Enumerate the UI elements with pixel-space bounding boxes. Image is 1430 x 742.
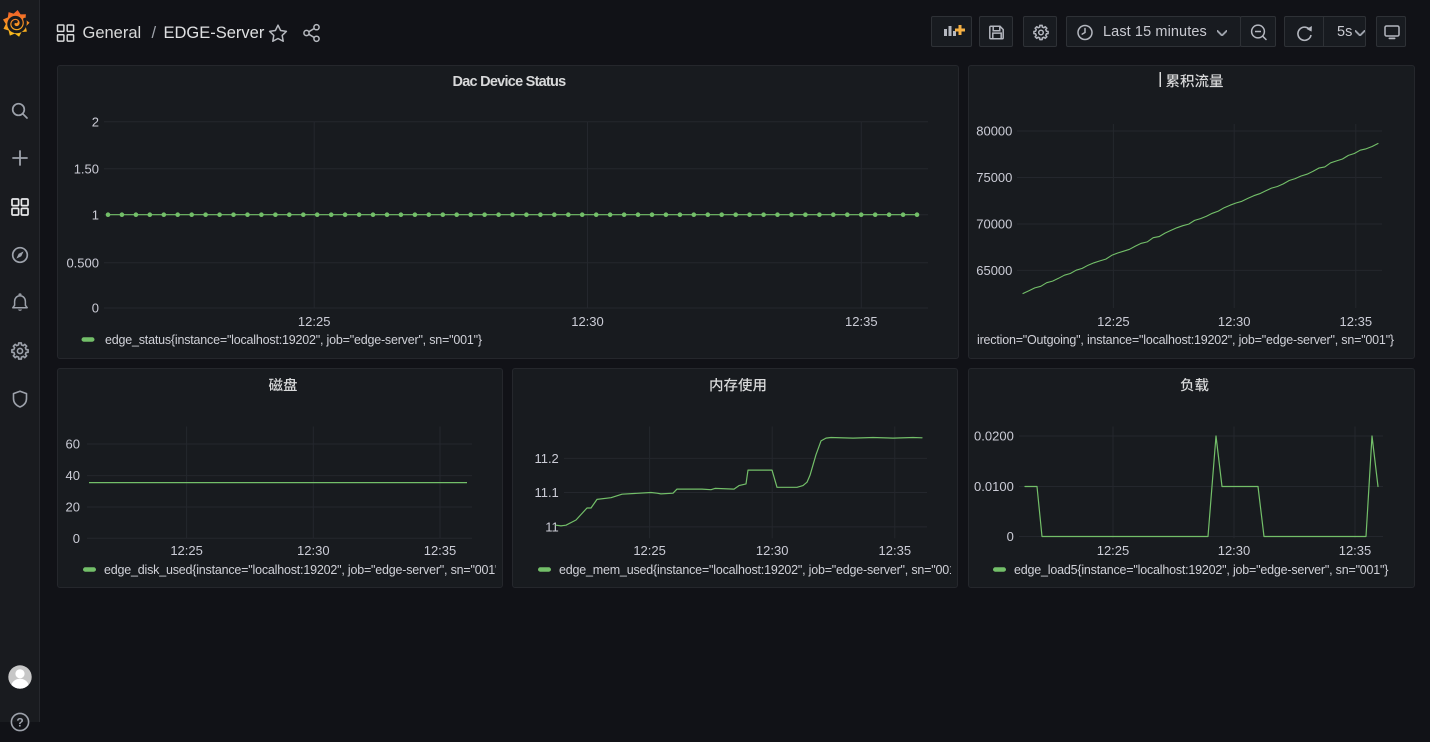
svg-text:0: 0	[1007, 529, 1014, 544]
svg-text:0.500: 0.500	[66, 255, 99, 270]
svg-text:12:25: 12:25	[1097, 543, 1130, 558]
svg-text:0: 0	[92, 301, 99, 316]
svg-text:40: 40	[66, 468, 80, 483]
svg-text:edge_load5{instance="localhost: edge_load5{instance="localhost:19202", j…	[1014, 563, 1388, 577]
svg-text:12:25: 12:25	[170, 543, 203, 558]
svg-text:12:25: 12:25	[298, 314, 331, 329]
svg-text:12:35: 12:35	[424, 543, 457, 558]
svg-text:20: 20	[66, 500, 80, 515]
svg-text:65000: 65000	[976, 263, 1012, 278]
svg-text:0.0100: 0.0100	[974, 479, 1014, 494]
svg-text:60: 60	[66, 437, 80, 452]
svg-text:Dac Device Status: Dac Device Status	[453, 74, 567, 90]
svg-text:12:35: 12:35	[1339, 543, 1372, 558]
svg-text:11: 11	[545, 520, 559, 535]
svg-text:0: 0	[73, 531, 80, 546]
svg-text:70000: 70000	[976, 217, 1012, 232]
svg-text:edge_mem_used{instance="localh: edge_mem_used{instance="localhost:19202"…	[559, 563, 964, 577]
svg-text:80000: 80000	[976, 124, 1012, 139]
svg-text:12:35: 12:35	[1340, 314, 1373, 329]
svg-text:/: /	[152, 24, 157, 42]
svg-text:12:30: 12:30	[1218, 314, 1251, 329]
svg-text:2: 2	[92, 114, 99, 129]
svg-text:75000: 75000	[976, 170, 1012, 185]
svg-text:General: General	[83, 24, 142, 42]
svg-text:12:30: 12:30	[1218, 543, 1251, 558]
svg-text:edge_disk_used{instance="local: edge_disk_used{instance="localhost:19202…	[104, 563, 503, 577]
svg-text:12:25: 12:25	[633, 543, 666, 558]
svg-text:irection="Outgoing", instance=: irection="Outgoing", instance="localhost…	[977, 333, 1394, 347]
svg-text:12:35: 12:35	[879, 543, 912, 558]
svg-text:EDGE-Server: EDGE-Server	[164, 24, 265, 42]
svg-text:12:30: 12:30	[297, 543, 330, 558]
svg-text:1: 1	[92, 207, 99, 222]
svg-text:12:30: 12:30	[571, 314, 604, 329]
svg-text:12:30: 12:30	[756, 543, 789, 558]
svg-text:1.50: 1.50	[74, 161, 99, 176]
svg-text:11.1: 11.1	[534, 485, 558, 500]
svg-text:12:35: 12:35	[845, 314, 878, 329]
svg-text:edge_status{instance="localhos: edge_status{instance="localhost:19202", …	[105, 333, 482, 347]
svg-text:11.2: 11.2	[534, 451, 558, 466]
svg-text:0.0200: 0.0200	[974, 429, 1014, 444]
svg-text:?: ?	[16, 716, 23, 730]
svg-text:12:25: 12:25	[1097, 314, 1130, 329]
